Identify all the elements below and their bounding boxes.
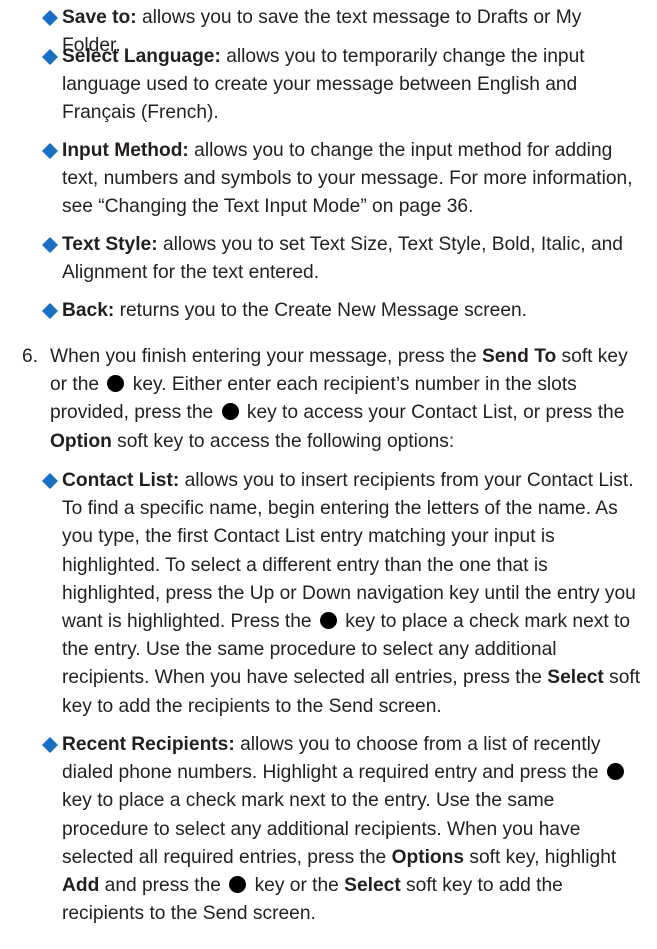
- option-term: Back:: [62, 300, 115, 321]
- step-text: key to access your Contact List, or pres…: [241, 402, 625, 424]
- option-text: and press the: [99, 875, 227, 897]
- step-6: 6. When you finish entering your message…: [22, 343, 647, 456]
- option-term: Recent Recipients:: [62, 734, 235, 755]
- select-softkey-label: Select: [547, 667, 604, 689]
- diamond-bullet-icon: [42, 143, 58, 159]
- ok-key-icon: [107, 375, 125, 393]
- option-text: key or the: [249, 875, 345, 897]
- step-6-text: When you finish entering your message, p…: [22, 343, 647, 456]
- option-text-style: Text Style: allows you to set Text Size,…: [42, 231, 642, 287]
- diamond-bullet-icon: [42, 49, 58, 65]
- step-number: 6.: [22, 346, 39, 367]
- select-softkey-label: Select: [344, 875, 401, 897]
- diamond-bullet-icon: [42, 237, 58, 253]
- diamond-bullet-icon: [42, 473, 58, 489]
- send-to-softkey-label: Send To: [481, 346, 557, 367]
- step-text: soft key to access the following options…: [111, 430, 455, 452]
- option-text: returns you to the Create New Message sc…: [114, 300, 527, 321]
- option-text: soft key, highlight: [464, 846, 617, 868]
- ok-key-icon: [221, 403, 239, 421]
- option-recent-recipients: Recent Recipients: allows you to choose …: [42, 731, 642, 928]
- diamond-bullet-icon: [42, 303, 58, 319]
- option-term: Contact List:: [62, 470, 180, 491]
- option-select-language: Select Language: allows you to temporari…: [42, 43, 642, 128]
- ok-key-icon: [229, 876, 247, 894]
- option-term: Input Method:: [62, 140, 189, 161]
- step-text: When you finish entering your message, p…: [50, 346, 482, 367]
- option-term: Save to:: [62, 7, 137, 28]
- ok-key-icon: [319, 612, 337, 630]
- options-softkey-label: Options: [391, 846, 465, 868]
- ok-key-icon: [606, 763, 624, 781]
- option-input-method: Input Method: allows you to change the i…: [42, 137, 642, 222]
- option-term: Select Language:: [62, 46, 221, 67]
- option-softkey-label: Option: [50, 430, 112, 452]
- option-contact-list: Contact List: allows you to insert recip…: [42, 467, 642, 721]
- manual-page: Save to: allows you to save the text mes…: [0, 0, 657, 949]
- add-option-label: Add: [62, 875, 100, 897]
- option-term: Text Style:: [62, 234, 158, 255]
- diamond-bullet-icon: [42, 10, 58, 26]
- option-text: allows you to insert recipients from you…: [62, 470, 636, 633]
- diamond-bullet-icon: [42, 737, 58, 753]
- option-back: Back: returns you to the Create New Mess…: [42, 297, 642, 325]
